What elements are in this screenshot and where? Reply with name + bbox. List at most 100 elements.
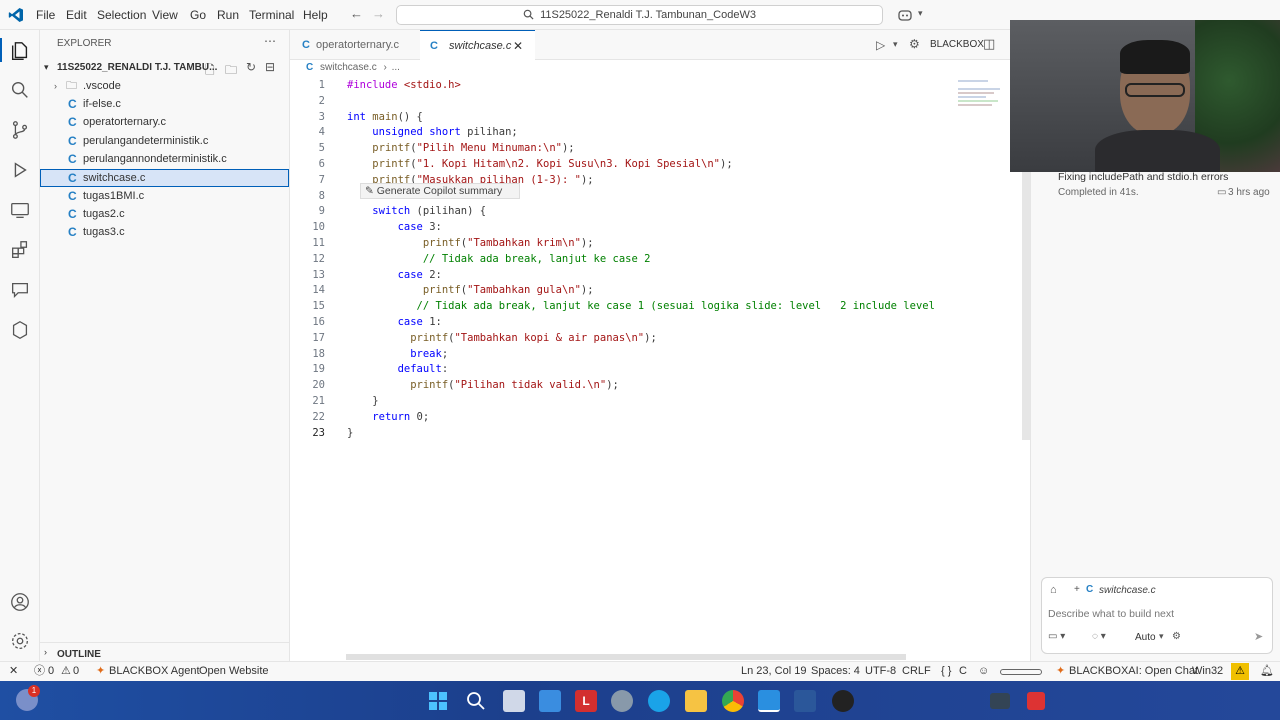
tree-item-operatorternary[interactable]: C operatorternary.c xyxy=(40,113,289,131)
collapse-all-icon[interactable]: ⊟ xyxy=(265,60,275,74)
code-line[interactable]: 1 #include <stdio.h> xyxy=(290,77,950,93)
menu-go[interactable]: Go xyxy=(190,8,206,22)
chrome-icon[interactable] xyxy=(722,690,744,712)
send-icon[interactable]: ➤ xyxy=(1254,630,1263,643)
close-icon[interactable]: ✕ xyxy=(513,31,523,61)
code-line[interactable]: 13 case 2: xyxy=(290,267,950,283)
extensions-icon[interactable] xyxy=(9,239,31,261)
menu-view[interactable]: View xyxy=(152,8,178,22)
tools-config-icon[interactable]: ⚙ xyxy=(1172,631,1181,642)
menu-edit[interactable]: Edit xyxy=(66,8,87,22)
store-icon[interactable] xyxy=(539,690,561,712)
outline-section[interactable]: OUTLINE xyxy=(57,649,101,660)
code-line[interactable]: 19 default: xyxy=(290,361,950,377)
menu-help[interactable]: Help xyxy=(303,8,328,22)
agent-picker-icon[interactable]: ▭ ▾ xyxy=(1048,631,1065,642)
tab-operatorternary[interactable]: C operatorternary.c xyxy=(290,30,420,60)
blackbox-toolbar-label[interactable]: BLACKBOX xyxy=(930,39,984,50)
code-line[interactable]: 12 // Tidak ada break, lanjut ke case 2 xyxy=(290,251,950,267)
settings-gear-icon[interactable] xyxy=(9,630,31,652)
encoding[interactable]: UTF-8 xyxy=(865,662,896,681)
error-icon[interactable]: ⓧ xyxy=(34,662,45,681)
error-count[interactable]: 0 xyxy=(48,662,54,681)
code-line[interactable]: 23} xyxy=(290,425,950,441)
minimap[interactable] xyxy=(950,74,1010,134)
code-line[interactable]: 14 printf("Tambahkan gula\n"); xyxy=(290,282,950,298)
remote-explorer-icon[interactable] xyxy=(9,199,31,221)
vscode-taskbar-icon[interactable] xyxy=(758,690,780,712)
more-actions-icon[interactable]: ⋯ xyxy=(264,34,276,48)
blackbox-open-chat[interactable]: BLACKBOXAI: Open Chat xyxy=(1069,662,1198,681)
code-line[interactable]: 3 int main() { xyxy=(290,109,950,125)
add-context-icon[interactable]: + xyxy=(1074,584,1080,595)
tree-item-tugas1bmi[interactable]: C tugas1BMI.c xyxy=(40,187,289,205)
warning-icon[interactable]: ⚠ xyxy=(61,662,71,681)
code-line[interactable]: 16 case 1: xyxy=(290,314,950,330)
notifications-bell-icon[interactable]: 🔔︎ xyxy=(1260,662,1274,681)
explorer-files-icon[interactable] xyxy=(9,40,31,62)
run-debug-icon[interactable] xyxy=(9,159,31,181)
forward-arrow-icon[interactable]: → xyxy=(372,6,385,21)
search-icon[interactable] xyxy=(466,691,486,711)
app-dark-icon[interactable] xyxy=(832,690,854,712)
menu-terminal[interactable]: Terminal xyxy=(249,8,294,22)
source-control-icon[interactable] xyxy=(9,119,31,141)
remote-icon[interactable]: ✕ xyxy=(9,662,18,681)
code-area[interactable]: 1 #include <stdio.h> 2 3 int main() {4 unsig… xyxy=(290,77,950,457)
blackbox-icon[interactable] xyxy=(9,319,31,341)
chevron-down-icon[interactable]: ▾ xyxy=(1159,631,1164,642)
back-arrow-icon[interactable]: ← xyxy=(350,6,363,21)
open-website[interactable]: Open Website xyxy=(199,662,269,681)
workspace-root[interactable]: 11S25022_RENALDI T.J. TAMBU... xyxy=(57,62,217,73)
code-line[interactable]: 9 switch (pilihan) { xyxy=(290,203,950,219)
tray-record-icon[interactable] xyxy=(1027,692,1045,710)
tree-item-tugas2[interactable]: C tugas2.c xyxy=(40,205,289,223)
command-center-search[interactable]: 11S25022_Renaldi T.J. Tambunan_CodeW3 xyxy=(396,5,883,25)
code-line[interactable]: 5 printf("Pilih Menu Minuman:\n"); xyxy=(290,140,950,156)
code-line[interactable]: 15 // Tidak ada break, lanjut ke case 1 … xyxy=(290,298,950,314)
code-line[interactable]: 21 } xyxy=(290,393,950,409)
chat-history-title[interactable]: Fixing includePath and stdio.h errors xyxy=(1058,171,1228,183)
code-line[interactable]: 2 xyxy=(290,93,950,109)
menu-selection[interactable]: Selection xyxy=(97,8,146,22)
attach-icon[interactable]: ⌂ xyxy=(1050,584,1057,596)
split-editor-icon[interactable]: ◫ xyxy=(983,36,995,52)
tools-icon[interactable]: ◌ ▾ xyxy=(1092,631,1106,642)
menu-run[interactable]: Run xyxy=(217,8,239,22)
code-line[interactable]: 11 printf("Tambahkan krim\n"); xyxy=(290,235,950,251)
account-icon[interactable] xyxy=(9,591,31,613)
copilot-summary-hint[interactable]: ✎ Generate Copilot summary xyxy=(360,183,520,199)
search-icon[interactable] xyxy=(9,79,31,101)
run-file-icon[interactable]: ▷ xyxy=(876,38,885,52)
context-file[interactable]: switchcase.c xyxy=(1099,585,1156,596)
tree-item-vscode[interactable]: › 🗀 .vscode xyxy=(40,77,289,95)
indentation[interactable]: Spaces: 4 xyxy=(811,662,860,681)
app-l-icon[interactable]: L xyxy=(575,690,597,712)
model-mode[interactable]: Auto xyxy=(1135,632,1156,643)
cursor-position[interactable]: Ln 23, Col 19 xyxy=(741,662,806,681)
language-mode[interactable]: C xyxy=(959,662,967,681)
platform[interactable]: Win32 xyxy=(1192,662,1223,681)
edge-browser-icon[interactable] xyxy=(648,690,670,712)
line-ending[interactable]: CRLF xyxy=(902,662,931,681)
gear-icon[interactable]: ⚙ xyxy=(909,37,920,51)
word-icon[interactable] xyxy=(794,690,816,712)
tree-item-perulangandeterministik[interactable]: C perulangandeterministik.c xyxy=(40,132,289,150)
tree-item-perulangannondeterministik[interactable]: C perulangannondeterministik.c xyxy=(40,150,289,168)
app-circle-icon[interactable] xyxy=(611,690,633,712)
code-line[interactable]: 4 unsigned short pilihan; xyxy=(290,124,950,140)
blackbox-agent[interactable]: BLACKBOX Agent xyxy=(109,662,200,681)
copilot-status-icon[interactable]: ☺ xyxy=(978,662,989,681)
code-line[interactable]: 10 case 3: xyxy=(290,219,950,235)
code-line[interactable]: 20 printf("Pilihan tidak valid.\n"); xyxy=(290,377,950,393)
tray-app-icon[interactable] xyxy=(990,693,1010,709)
windows-start-icon[interactable] xyxy=(428,691,448,711)
chat-input-placeholder[interactable]: Describe what to build next xyxy=(1048,608,1174,620)
refresh-icon[interactable]: ↻ xyxy=(246,60,256,74)
code-line[interactable]: 17 printf("Tambahkan kopi & air panas\n"… xyxy=(290,330,950,346)
copilot-icon[interactable] xyxy=(897,7,913,23)
code-line[interactable]: 22 return 0; xyxy=(290,409,950,425)
warning-icon[interactable]: ⚠ xyxy=(1231,663,1249,680)
chevron-down-icon[interactable]: ▾ xyxy=(44,62,49,73)
menu-file[interactable]: File xyxy=(36,8,55,22)
